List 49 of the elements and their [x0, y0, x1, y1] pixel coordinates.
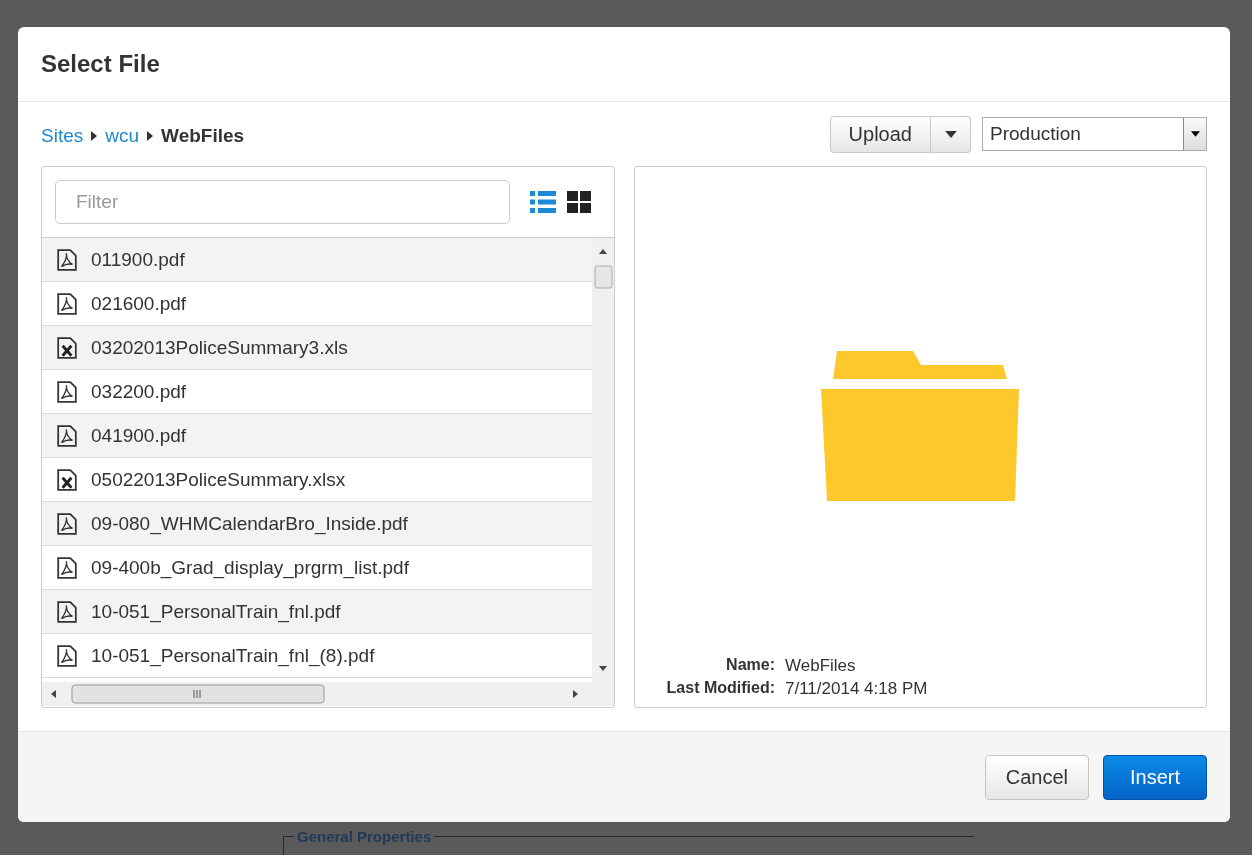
pdf-file-icon: [57, 248, 77, 271]
breadcrumb-current: WebFiles: [161, 125, 245, 147]
spreadsheet-file-icon: [57, 468, 77, 491]
vertical-scrollbar[interactable]: [592, 238, 614, 682]
detail-label: Last Modified:: [665, 679, 775, 698]
file-name: 041900.pdf: [91, 424, 187, 447]
detail-value: 7/11/2014 4:18 PM: [785, 679, 929, 699]
pdf-file-icon: [57, 424, 77, 447]
file-row[interactable]: 10-051_PersonalTrain_fnl.pdf: [42, 590, 592, 634]
environment-select[interactable]: Production: [982, 117, 1207, 151]
pdf-file-icon: [57, 380, 77, 403]
grid-view-icon[interactable]: [566, 190, 592, 214]
caret-down-icon: [944, 130, 957, 138]
insert-button[interactable]: Insert: [1102, 754, 1207, 800]
folder-icon: [820, 350, 1021, 503]
pdf-file-icon: [57, 292, 77, 315]
file-name: 03202013PoliceSummary3.xls: [91, 336, 348, 359]
filter-field[interactable]: Filter: [55, 180, 510, 224]
file-name: 09-080_WHMCalendarBro_Inside.pdf: [91, 512, 408, 535]
pdf-file-icon: [57, 512, 77, 535]
file-row[interactable]: 041900.pdf: [42, 414, 592, 458]
file-name: 09-400b_Grad_display_prgrm_list.pdf: [91, 556, 409, 579]
file-name: 011900.pdf: [91, 248, 185, 271]
file-row[interactable]: 011900.pdf: [42, 238, 592, 282]
pdf-file-icon: [57, 600, 77, 623]
file-name: 05022013PoliceSummary.xlsx: [91, 468, 346, 491]
file-row[interactable]: 09-080_WHMCalendarBro_Inside.pdf: [42, 502, 592, 546]
file-name: 032200.pdf: [91, 380, 187, 403]
file-name: 021600.pdf: [91, 292, 187, 315]
file-name: 10-051_PersonalTrain_fnl.pdf: [91, 600, 341, 623]
pdf-file-icon: [57, 556, 77, 579]
detail-label: Name:: [725, 656, 775, 675]
caret-right-icon: [147, 131, 154, 141]
dialog-title: Select File: [41, 50, 160, 78]
pdf-file-icon: [57, 644, 77, 667]
spreadsheet-file-icon: [57, 336, 77, 359]
cancel-button[interactable]: Cancel: [984, 754, 1089, 800]
breadcrumb-link[interactable]: wcu: [105, 125, 140, 147]
breadcrumb-link[interactable]: Sites: [41, 125, 84, 147]
section-legend: General Properties: [294, 828, 435, 845]
detail-value: WebFiles: [785, 656, 857, 676]
file-name: 10-051_PersonalTrain_fnl_(8).pdf: [91, 644, 375, 667]
caret-down-icon: [1190, 131, 1200, 137]
list-view-icon[interactable]: [530, 190, 556, 214]
upload-button[interactable]: Upload: [829, 115, 931, 153]
upload-menu-button[interactable]: [931, 115, 971, 153]
caret-right-icon: [91, 131, 98, 141]
horizontal-scrollbar[interactable]: [42, 682, 614, 706]
file-row[interactable]: 03202013PoliceSummary3.xls: [42, 326, 592, 370]
